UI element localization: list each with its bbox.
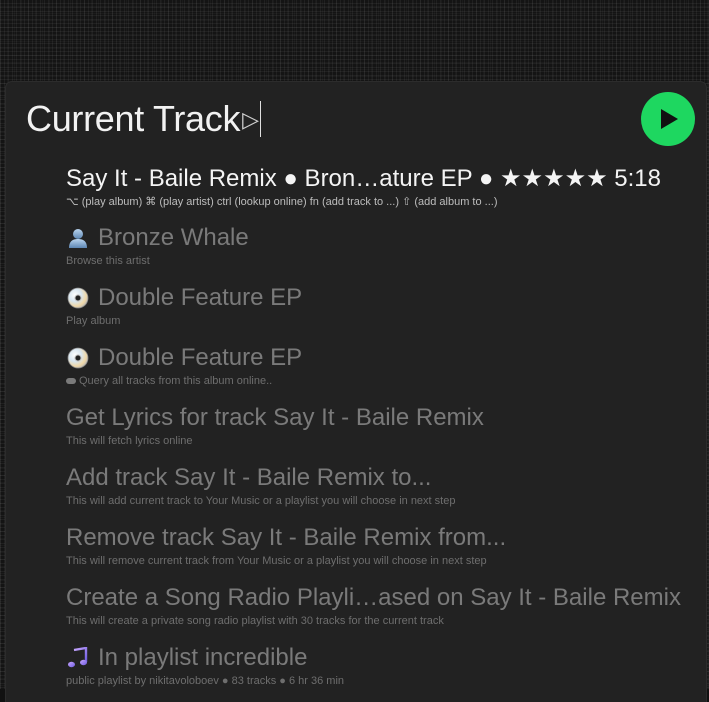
play-icon bbox=[661, 109, 678, 129]
result-title: Create a Song Radio Playli…ased on Say I… bbox=[66, 584, 681, 612]
result-subtitle: ⌥ (play album) ⌘ (play artist) ctrl (loo… bbox=[66, 196, 498, 208]
keyword-arrow-icon: ▷ bbox=[242, 107, 259, 132]
result-subtitle: This will add current track to Your Musi… bbox=[66, 495, 456, 507]
result-title-text: Create a Song Radio Playli…ased on Say I… bbox=[66, 584, 681, 611]
result-subtitle-text: Query all tracks from this album online.… bbox=[79, 375, 273, 387]
result-title-text: Say It - Baile Remix ● Bron…ature EP ● ★… bbox=[66, 165, 661, 192]
result-title-text: Double Feature EP bbox=[98, 344, 303, 371]
result-current-track[interactable]: Say It - Baile Remix ● Bron…ature EP ● ★… bbox=[6, 160, 706, 220]
query-row: Current Track▷ bbox=[6, 82, 706, 160]
cd-icon bbox=[66, 286, 90, 310]
result-in-playlist[interactable]: In playlist incredible public playlist b… bbox=[6, 640, 706, 700]
result-subtitle: public playlist by nikitavoloboev ● 83 t… bbox=[66, 675, 345, 687]
result-title: Remove track Say It - Baile Remix from..… bbox=[66, 524, 506, 552]
result-title: Get Lyrics for track Say It - Baile Remi… bbox=[66, 404, 484, 432]
result-title: Bronze Whale bbox=[66, 224, 249, 252]
results-list: Say It - Baile Remix ● Bron…ature EP ● ★… bbox=[6, 160, 706, 700]
result-title: In playlist incredible bbox=[66, 644, 307, 672]
result-title: Double Feature EP bbox=[66, 284, 302, 312]
result-title-text: In playlist incredible bbox=[98, 644, 308, 671]
launcher-panel: Current Track▷ Say It - Baile Remix ● Br… bbox=[6, 82, 706, 702]
result-subtitle: Browse this artist bbox=[66, 255, 150, 267]
result-title-text: Remove track Say It - Baile Remix from..… bbox=[66, 524, 507, 551]
text-cursor bbox=[259, 101, 261, 137]
music-note-icon bbox=[66, 646, 90, 670]
result-subtitle: This will remove current track from Your… bbox=[66, 555, 487, 567]
result-remove-track[interactable]: Remove track Say It - Baile Remix from..… bbox=[6, 520, 706, 580]
result-query-album-online[interactable]: Double Feature EP Query all tracks from … bbox=[6, 340, 706, 400]
result-subtitle: This will create a private song radio pl… bbox=[66, 615, 444, 627]
cloud-icon bbox=[66, 378, 76, 384]
result-title: Double Feature EP bbox=[66, 344, 302, 372]
result-title-text: Bronze Whale bbox=[98, 224, 249, 251]
result-get-lyrics[interactable]: Get Lyrics for track Say It - Baile Remi… bbox=[6, 400, 706, 460]
play-button[interactable] bbox=[641, 92, 695, 146]
result-title: Add track Say It - Baile Remix to... bbox=[66, 464, 431, 492]
result-play-album[interactable]: Double Feature EP Play album bbox=[6, 280, 706, 340]
person-icon bbox=[66, 226, 90, 250]
result-create-song-radio[interactable]: Create a Song Radio Playli…ased on Say I… bbox=[6, 580, 706, 640]
result-add-track[interactable]: Add track Say It - Baile Remix to... Thi… bbox=[6, 460, 706, 520]
result-subtitle: This will fetch lyrics online bbox=[66, 435, 193, 447]
result-subtitle: Query all tracks from this album online.… bbox=[66, 375, 272, 387]
query-text: Current Track bbox=[26, 98, 241, 139]
result-subtitle: Play album bbox=[66, 315, 121, 327]
result-title-text: Double Feature EP bbox=[98, 284, 303, 311]
result-title-text: Get Lyrics for track Say It - Baile Remi… bbox=[66, 404, 484, 431]
cd-icon bbox=[66, 346, 90, 370]
result-title-text: Add track Say It - Baile Remix to... bbox=[66, 464, 432, 491]
result-title: Say It - Baile Remix ● Bron…ature EP ● ★… bbox=[66, 164, 661, 193]
result-browse-artist[interactable]: Bronze Whale Browse this artist bbox=[6, 220, 706, 280]
query-input[interactable]: Current Track▷ bbox=[26, 98, 261, 140]
